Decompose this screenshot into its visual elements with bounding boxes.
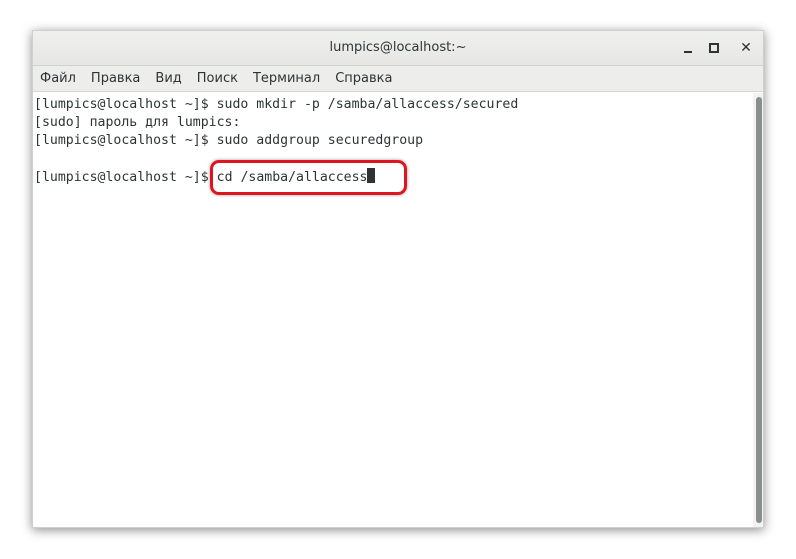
highlighted-command: cd /samba/allaccess [209,160,408,195]
menu-bar: Файл Правка Вид Поиск Терминал Справка [33,66,763,92]
maximize-button[interactable] [703,37,725,59]
minimize-button[interactable] [677,37,699,59]
close-icon: ✕ [740,40,752,56]
terminal-line: [lumpics@localhost ~]$ sudo mkdir -p /sa… [34,97,519,112]
shell-prompt: [lumpics@localhost ~]$ [34,170,217,185]
title-bar[interactable]: lumpics@localhost:~ ✕ [33,31,763,66]
command-input[interactable]: cd /samba/allaccess [217,170,368,185]
maximize-icon [709,43,719,53]
menu-search[interactable]: Поиск [197,71,247,86]
text-cursor [367,168,376,183]
menu-help[interactable]: Справка [335,71,401,86]
vertical-scrollbar[interactable] [753,93,763,527]
scrollbar-thumb[interactable] [756,97,762,523]
window-title: lumpics@localhost:~ [329,40,467,55]
terminal-current-line[interactable]: [lumpics@localhost ~]$ cd /samba/allacce… [34,160,753,195]
terminal-line: [lumpics@localhost ~]$ sudo addgroup sec… [34,133,424,148]
menu-terminal[interactable]: Терминал [253,71,329,86]
menu-file[interactable]: Файл [40,71,85,86]
menu-view[interactable]: Вид [155,71,190,86]
close-button[interactable]: ✕ [735,37,757,59]
menu-edit[interactable]: Правка [91,71,149,86]
terminal-line: [sudo] пароль для lumpics: [34,115,241,130]
terminal-window: lumpics@localhost:~ ✕ Файл Правка Вид По… [32,30,764,528]
minimize-icon [684,51,692,53]
terminal-output[interactable]: [lumpics@localhost ~]$ sudo mkdir -p /sa… [33,93,753,527]
